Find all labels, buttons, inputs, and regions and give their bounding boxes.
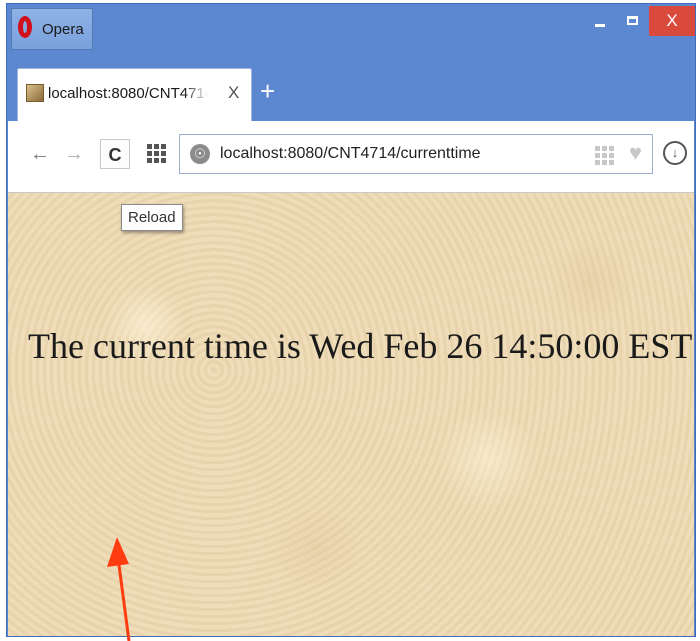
annotation-arrow	[107, 537, 131, 641]
